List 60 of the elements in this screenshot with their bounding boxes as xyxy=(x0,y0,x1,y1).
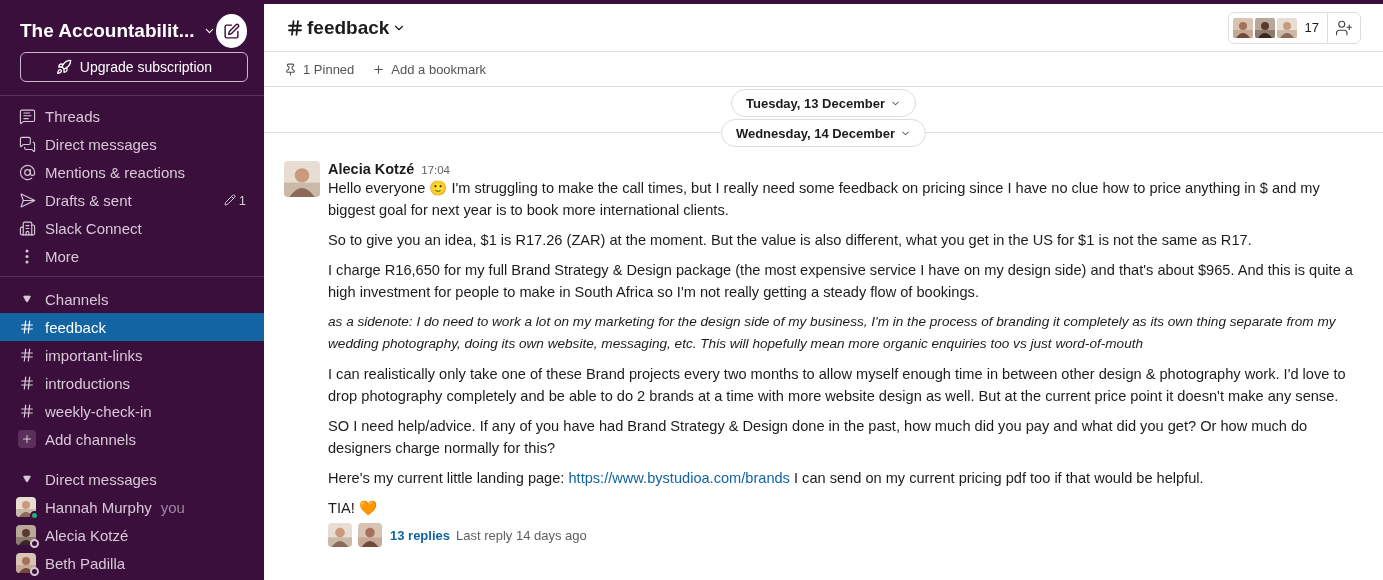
channel-item[interactable]: introductions xyxy=(0,369,264,397)
caret-icon xyxy=(23,475,31,483)
members-button[interactable]: 17 xyxy=(1228,12,1328,43)
hash-icon xyxy=(19,347,35,363)
nav-item[interactable]: Slack Connect xyxy=(0,214,264,242)
upgrade-button[interactable]: Upgrade subscription xyxy=(20,52,248,82)
draft-count: 1 xyxy=(223,192,246,208)
plus-icon xyxy=(372,62,386,76)
pin-icon xyxy=(284,62,297,76)
at-icon xyxy=(18,163,36,181)
dm-item[interactable]: Beth Padilla xyxy=(0,549,264,577)
hash-icon xyxy=(19,403,35,419)
dm-item[interactable]: Alecia Kotzé xyxy=(0,521,264,549)
hash-icon xyxy=(19,375,35,391)
message-paragraph: as a sidenote: I do need to work a lot on my marketing for the design side of my business, I'm in the process of branding it completely as its own thing separate from my wedding photography, doing its own website, messaging, etc. This will hopefully mean more organic enquiries too vs just word-of-mouth xyxy=(328,313,1337,353)
channel-item[interactable]: weekly-check-in xyxy=(0,397,264,425)
nav-item[interactable]: Drafts & sent 1 xyxy=(0,186,264,214)
message-paragraph: Hello everyone 🙂 I'm struggling to make the call times, but I really need some feedback on pricing since I have no clue how to price anything in $ and my biggest goal for next year is to book more international clients. xyxy=(328,179,1321,220)
hash-icon xyxy=(19,319,35,335)
pinned-link[interactable]: 1 Pinned xyxy=(284,61,355,77)
replies-link[interactable]: 13 replies xyxy=(390,527,450,543)
section-header[interactable]: Direct messages xyxy=(0,465,264,493)
nav-item[interactable]: Direct messages xyxy=(0,130,264,158)
message-paragraph: I charge R16,650 for my full Brand Strategy & Design package (the most expensive service I have on my design side) and that's about $965. And this is quite a high investment for people to make in South Africa so I'm not really getting a steady flow of bookings. xyxy=(328,261,1354,302)
compose-button[interactable] xyxy=(215,14,247,48)
add-user-icon xyxy=(1335,18,1353,37)
nav-item[interactable]: More xyxy=(0,242,264,270)
message-link[interactable]: https://www.bystudioa.com/brands xyxy=(568,470,790,486)
compose-icon xyxy=(222,22,240,40)
add-bookmark-link[interactable]: Add a bookmark xyxy=(372,61,486,77)
date-divider[interactable]: Tuesday, 13 December xyxy=(731,89,916,117)
message-paragraph: Here's my current little landing page: https://www.bystudioa.com/brands I can send on my current pricing pdf too if that would be helpful. xyxy=(328,469,1205,488)
message-paragraph: I can realistically only take one of these Brand projects every two months to allow myself enough time in between other design & photography work. I'd love to drop photography completely and be able to do 2 brands at a time with more website design as well. But at the current price point it doesn't make any sense. xyxy=(328,365,1347,406)
timestamp[interactable]: 17:04 xyxy=(421,164,450,176)
chat-icon xyxy=(18,135,36,153)
add-channels-item[interactable]: Add channels xyxy=(0,425,264,453)
nav-item[interactable]: Threads xyxy=(0,102,264,130)
plus-icon xyxy=(21,433,33,445)
channel-title[interactable]: feedback xyxy=(286,16,407,39)
section-header[interactable]: Channels xyxy=(0,285,264,313)
message-paragraph: SO I need help/advice. If any of you have had Brand Strategy & Design done in the past, how much did you pay and what did you get? Or how much do designers charge normally for this? xyxy=(328,417,1309,458)
dm-item[interactable]: Hannah Murphy you xyxy=(0,493,264,521)
author-name[interactable]: Alecia Kotzé xyxy=(328,161,415,177)
nav-item[interactable]: Mentions & reactions xyxy=(0,158,264,186)
last-reply-text: Last reply 14 days ago xyxy=(456,527,587,543)
rocket-icon xyxy=(55,59,72,75)
thread-icon xyxy=(18,107,36,125)
building-icon xyxy=(18,219,36,237)
you-label: you xyxy=(160,498,185,516)
workspace-name[interactable]: The Accountabilit... xyxy=(20,20,195,42)
channel-item[interactable]: important-links xyxy=(0,341,264,369)
send-icon xyxy=(18,191,36,209)
more-icon xyxy=(25,248,29,264)
message-paragraph: TIA! 🧡 xyxy=(328,499,378,518)
hash-icon xyxy=(286,18,304,37)
pencil-icon xyxy=(223,194,236,206)
channel-item[interactable]: feedback xyxy=(0,313,264,341)
caret-icon xyxy=(23,295,31,303)
message-paragraph: So to give you an idea, $1 is R17.26 (ZAR) at the moment. But the value is also different, what you get in the US for $1 is not the same as R17. xyxy=(328,231,1253,250)
date-divider[interactable]: Wednesday, 14 December xyxy=(720,119,927,147)
